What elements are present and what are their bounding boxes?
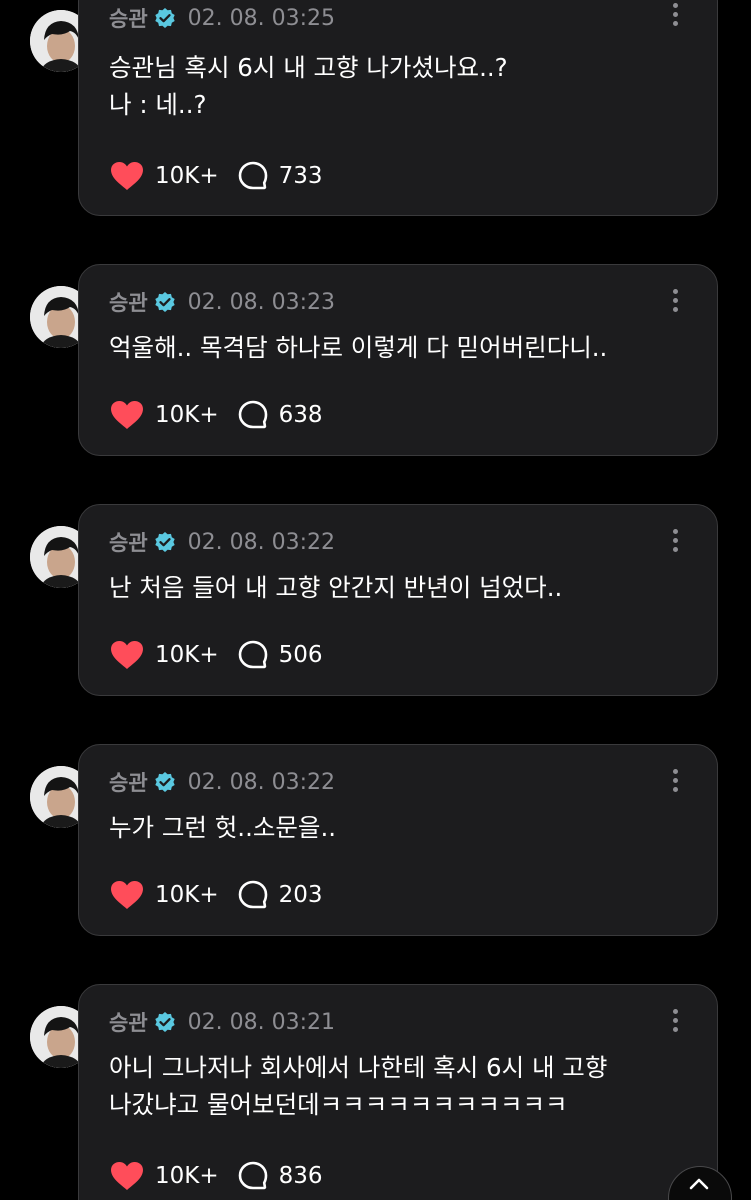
post-text: 억울해.. 목격담 하나로 이렇게 다 믿어버린다니.. — [109, 333, 608, 362]
chevron-up-icon — [689, 1178, 709, 1190]
post-text: 아니 그나저나 회사에서 나한테 혹시 6시 내 고향 나갔냐고 물어보던데ㅋㅋ… — [109, 1053, 608, 1119]
speech-bubble-icon — [238, 1161, 267, 1190]
author-name[interactable]: 승관 — [109, 3, 148, 33]
reply-button[interactable]: 638 — [237, 399, 323, 431]
reply-button[interactable]: 733 — [237, 160, 323, 192]
speech-bubble-icon — [238, 161, 267, 190]
speech-bubble-icon — [238, 640, 267, 669]
post-bubble[interactable]: 승관 02. 08. 03:23 억울해.. 목격담 하나로 이렇게 다 믿어버… — [78, 264, 718, 456]
reply-count: 506 — [278, 642, 323, 668]
verified-badge-icon — [154, 292, 175, 312]
post-timestamp: 02. 08. 03:22 — [187, 769, 336, 795]
reply-button[interactable]: 203 — [237, 879, 323, 911]
like-button[interactable]: 10K+ — [109, 639, 219, 671]
heart-icon — [111, 1162, 143, 1190]
author-name[interactable]: 승관 — [109, 1007, 148, 1037]
reply-button[interactable]: 506 — [237, 639, 323, 671]
verified-badge-icon — [154, 532, 175, 552]
post-text: 난 처음 들어 내 고향 안간지 반년이 넘었다.. — [109, 573, 563, 602]
more-options-icon[interactable] — [671, 289, 679, 315]
post-bubble[interactable]: 승관 02. 08. 03:22 난 처음 들어 내 고향 안간지 반년이 넘었… — [78, 504, 718, 696]
post-timestamp: 02. 08. 03:21 — [187, 1009, 336, 1035]
reply-button[interactable]: 836 — [237, 1160, 323, 1192]
verified-badge-icon — [154, 1012, 175, 1032]
speech-bubble-icon — [238, 400, 267, 429]
heart-icon — [111, 881, 143, 909]
post-timestamp: 02. 08. 03:22 — [187, 529, 336, 555]
reply-count: 638 — [278, 402, 323, 428]
post-text: 누가 그런 헛..소문을.. — [109, 813, 337, 842]
more-options-icon[interactable] — [671, 3, 679, 29]
post-actions: 10K+ 506 — [109, 638, 323, 672]
post-timestamp: 02. 08. 03:25 — [187, 5, 336, 31]
post-actions: 10K+ 836 — [109, 1159, 323, 1193]
verified-badge-icon — [154, 772, 175, 792]
post-bubble[interactable]: 승관 02. 08. 03:25 승관님 혹시 6시 내 고향 나가셨나요..?… — [78, 0, 718, 216]
author-name[interactable]: 승관 — [109, 287, 148, 317]
more-options-icon[interactable] — [671, 1009, 679, 1035]
post-bubble[interactable]: 승관 02. 08. 03:22 누가 그런 헛..소문을.. 10K+ 203 — [78, 744, 718, 936]
reply-count: 836 — [278, 1163, 323, 1189]
heart-icon — [111, 162, 143, 190]
reply-count: 733 — [278, 163, 323, 189]
like-count: 10K+ — [155, 402, 219, 428]
like-count: 10K+ — [155, 163, 219, 189]
like-count: 10K+ — [155, 642, 219, 668]
like-button[interactable]: 10K+ — [109, 399, 219, 431]
author-name[interactable]: 승관 — [109, 767, 148, 797]
reply-count: 203 — [278, 882, 323, 908]
message-feed[interactable]: 승관 02. 08. 03:25 승관님 혹시 6시 내 고향 나가셨나요..?… — [0, 0, 751, 1200]
like-button[interactable]: 10K+ — [109, 160, 219, 192]
post-bubble[interactable]: 승관 02. 08. 03:21 아니 그나저나 회사에서 나한테 혹시 6시 … — [78, 984, 718, 1200]
author-name[interactable]: 승관 — [109, 527, 148, 557]
speech-bubble-icon — [238, 880, 267, 909]
post-actions: 10K+ 203 — [109, 878, 323, 912]
verified-badge-icon — [154, 8, 175, 28]
like-count: 10K+ — [155, 882, 219, 908]
like-count: 10K+ — [155, 1163, 219, 1189]
heart-icon — [111, 641, 143, 669]
heart-icon — [111, 401, 143, 429]
post-text: 승관님 혹시 6시 내 고향 나가셨나요..? 나 : 네..? — [109, 53, 508, 119]
post-timestamp: 02. 08. 03:23 — [187, 289, 336, 315]
post-actions: 10K+ 638 — [109, 398, 323, 432]
post-actions: 10K+ 733 — [109, 159, 323, 193]
like-button[interactable]: 10K+ — [109, 1160, 219, 1192]
like-button[interactable]: 10K+ — [109, 879, 219, 911]
more-options-icon[interactable] — [671, 769, 679, 795]
more-options-icon[interactable] — [671, 529, 679, 555]
